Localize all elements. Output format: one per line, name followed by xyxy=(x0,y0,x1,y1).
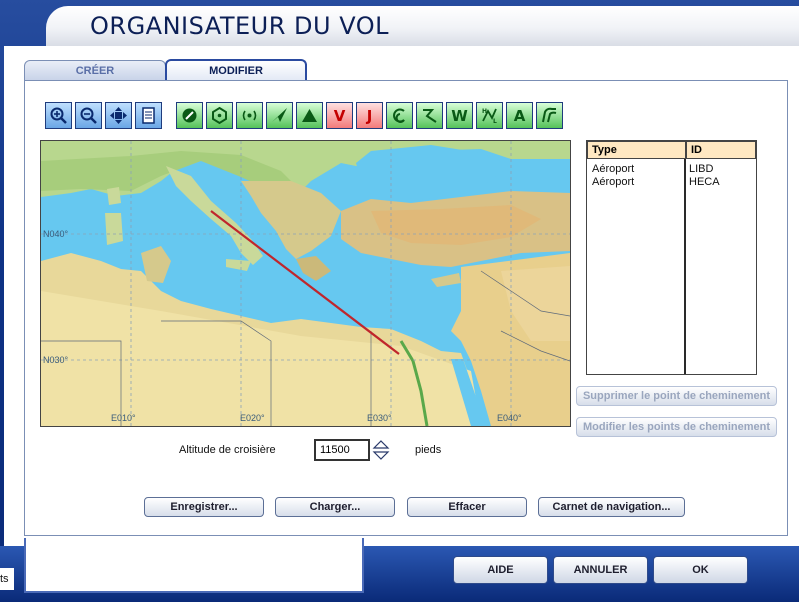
altitude-unit: pieds xyxy=(415,444,442,456)
left-edge-fragment: ts xyxy=(0,568,14,590)
airport-filter-button[interactable] xyxy=(176,102,203,129)
route-filter-button[interactable] xyxy=(416,102,443,129)
status-message-box xyxy=(24,538,364,593)
altitude-spinner[interactable] xyxy=(372,439,390,461)
save-button[interactable]: Enregistrer... xyxy=(144,497,264,517)
column-separator xyxy=(684,159,686,374)
vor-icon xyxy=(212,106,227,125)
title-bar: ORGANISATEUR DU VOL xyxy=(46,6,799,46)
document-icon xyxy=(142,107,155,124)
zoom-in-button[interactable] xyxy=(45,102,72,129)
zoom-out-button[interactable] xyxy=(75,102,102,129)
route-map[interactable]: N040° N030° E010° E020° E030° E040° xyxy=(40,140,571,427)
terrain-filter-button[interactable] xyxy=(386,102,413,129)
window-title: ORGANISATEUR DU VOL xyxy=(90,12,389,40)
navlog-button[interactable]: Carnet de navigation... xyxy=(538,497,685,517)
clear-button[interactable]: Effacer xyxy=(407,497,527,517)
column-header-type[interactable]: Type xyxy=(587,141,686,159)
triangle-icon xyxy=(302,109,317,122)
help-button[interactable]: AIDE xyxy=(453,556,548,584)
ndb-signal-icon xyxy=(242,110,257,121)
pan-arrows-icon xyxy=(110,107,127,124)
weather-filter-button[interactable]: W xyxy=(446,102,473,129)
zoom-in-icon xyxy=(50,107,67,124)
waypoint-list[interactable]: Type ID Aéroport LIBD Aéroport HECA xyxy=(586,140,757,375)
zoom-out-icon xyxy=(80,107,97,124)
airway-filter-button[interactable] xyxy=(266,102,293,129)
map-canvas xyxy=(41,141,570,426)
svg-text:H: H xyxy=(482,108,487,115)
high-low-icon: HL xyxy=(482,108,497,125)
victor-airways-button[interactable]: V xyxy=(326,102,353,129)
spinner-arrows-icon xyxy=(372,440,390,460)
plane-icon xyxy=(272,108,287,122)
column-header-id[interactable]: ID xyxy=(686,141,756,159)
ndb-filter-button[interactable] xyxy=(236,102,263,129)
lon-label-e010: E010° xyxy=(111,413,136,423)
route-icon xyxy=(423,109,437,123)
lon-label-e030: E030° xyxy=(367,413,392,423)
wind-icon xyxy=(542,107,557,123)
ok-button[interactable]: OK xyxy=(653,556,748,584)
waypoint-id[interactable]: HECA xyxy=(689,176,720,188)
lon-label-e040: E040° xyxy=(497,413,522,423)
airport-icon xyxy=(182,108,197,123)
tab-creer[interactable]: CRÉER xyxy=(24,60,166,81)
wind-filter-button[interactable] xyxy=(536,102,563,129)
edit-waypoints-button[interactable]: Modifier les points de cheminement xyxy=(576,417,777,437)
waypoint-id[interactable]: LIBD xyxy=(689,163,713,175)
intersection-filter-button[interactable] xyxy=(296,102,323,129)
delete-waypoint-button[interactable]: Supprimer le point de cheminement xyxy=(576,386,777,406)
waypoint-type[interactable]: Aéroport xyxy=(592,176,634,188)
svg-text:L: L xyxy=(493,118,497,125)
print-button[interactable] xyxy=(135,102,162,129)
cruise-altitude-label: Altitude de croisière xyxy=(179,444,276,456)
cancel-button[interactable]: ANNULER xyxy=(553,556,648,584)
cruise-altitude-input[interactable]: 11500 xyxy=(314,439,370,461)
pan-button[interactable] xyxy=(105,102,132,129)
lat-label-n040: N040° xyxy=(43,229,69,239)
vor-filter-button[interactable] xyxy=(206,102,233,129)
lat-label-n030: N030° xyxy=(43,355,69,365)
jet-airways-button[interactable]: J xyxy=(356,102,383,129)
altitude-labels-button[interactable]: A xyxy=(506,102,533,129)
spiral-icon xyxy=(393,108,405,123)
lon-label-e020: E020° xyxy=(240,413,265,423)
high-low-button[interactable]: HL xyxy=(476,102,503,129)
waypoint-type[interactable]: Aéroport xyxy=(592,163,634,175)
load-button[interactable]: Charger... xyxy=(275,497,395,517)
